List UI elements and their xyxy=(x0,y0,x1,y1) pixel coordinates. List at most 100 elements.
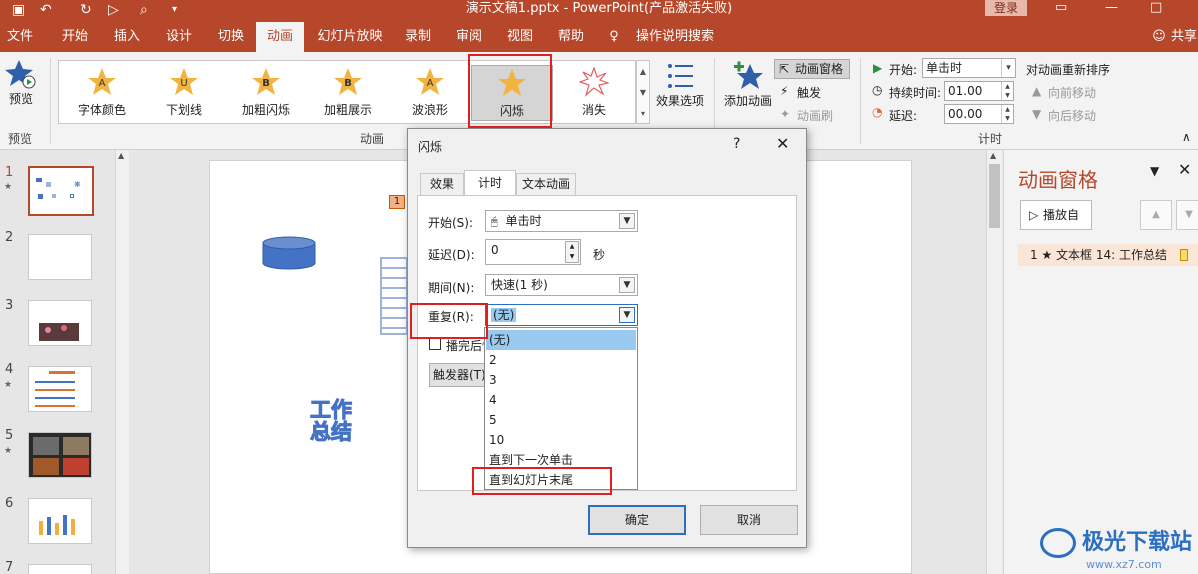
maximize-icon[interactable]: □ xyxy=(1150,0,1162,16)
tab-timing[interactable]: 计时 xyxy=(464,170,516,196)
tab-transitions[interactable]: 切换 xyxy=(208,22,254,52)
anim-disappear[interactable]: 消失 xyxy=(553,65,635,121)
chevron-down-icon: ▼ xyxy=(619,213,635,229)
move-later-button[interactable]: 向后移动 xyxy=(1048,107,1096,124)
collapse-ribbon-icon[interactable]: ∧ xyxy=(1182,130,1191,144)
scroll-up-icon[interactable]: ▲ xyxy=(990,151,996,160)
slide-thumbnail-6[interactable] xyxy=(28,498,92,544)
anim-bold-flash[interactable]: B 加粗闪烁 xyxy=(225,65,307,121)
slide-number: 4 xyxy=(5,362,14,377)
highlight-box xyxy=(410,303,488,339)
rewind-checkbox[interactable] xyxy=(429,338,441,350)
table-shape[interactable] xyxy=(380,257,408,335)
anim-font-color[interactable]: A 字体颜色 xyxy=(61,65,143,121)
login-button[interactable]: 登录 xyxy=(985,0,1027,16)
repeat-option[interactable]: 10 xyxy=(486,430,636,450)
play-icon: ▷ xyxy=(1029,208,1039,222)
move-down-button[interactable]: ▼ xyxy=(1176,200,1198,230)
star-icon: A xyxy=(416,68,444,95)
slide-thumbnail-3[interactable] xyxy=(28,300,92,346)
tab-effect[interactable]: 效果 xyxy=(420,173,464,195)
minimize-icon[interactable]: — xyxy=(1105,0,1118,16)
close-icon[interactable]: ✕ xyxy=(776,134,789,153)
slide-scrollbar[interactable]: ▲ xyxy=(986,150,1002,574)
group-label-animation: 动画 xyxy=(360,132,385,146)
spinner-icon[interactable]: ▲ ▼ xyxy=(565,241,579,263)
trigger-button[interactable]: 触发器(T) xyxy=(429,363,485,387)
scroll-up-icon[interactable]: ▲ xyxy=(118,151,124,160)
anim-label: 下划线 xyxy=(165,103,202,117)
duration-input[interactable]: 01.00 ▲ ▼ xyxy=(944,81,1014,101)
tab-design[interactable]: 设计 xyxy=(156,22,202,52)
spinner-icon[interactable]: ▲ ▼ xyxy=(1001,105,1013,123)
play-from-button[interactable]: ▷ 播放自 xyxy=(1020,200,1092,230)
tab-insert[interactable]: 插入 xyxy=(104,22,150,52)
tab-animations[interactable]: 动画 xyxy=(256,22,304,52)
tab-slideshow[interactable]: 幻灯片放映 xyxy=(310,22,390,52)
cylinder-shape[interactable] xyxy=(261,235,317,271)
anim-label: 波浪形 xyxy=(411,103,448,117)
watermark: 极光下载站 www.xz7.com xyxy=(1040,524,1192,571)
scroll-thumb[interactable] xyxy=(989,164,1000,228)
slide-thumbnail-4[interactable] xyxy=(28,366,92,412)
trigger-button[interactable]: 触发 xyxy=(797,84,821,101)
slide-thumbnail-7[interactable] xyxy=(28,564,92,574)
ok-button[interactable]: 确定 xyxy=(588,505,686,535)
thumbnail-scrollbar[interactable]: ▲ xyxy=(115,150,129,574)
move-earlier-button[interactable]: 向前移动 xyxy=(1048,84,1096,101)
close-icon[interactable]: ✕ xyxy=(1178,160,1191,179)
tab-help[interactable]: 帮助 xyxy=(548,22,594,52)
tab-view[interactable]: 视图 xyxy=(498,22,542,52)
slide-thumbnail-2[interactable] xyxy=(28,234,92,280)
repeat-option[interactable]: 4 xyxy=(486,390,636,410)
wordart-text[interactable]: 工作总结 xyxy=(310,399,356,444)
preview-button[interactable]: 预览 xyxy=(4,58,38,118)
anim-underline[interactable]: U 下划线 xyxy=(143,65,225,121)
tell-me-search[interactable]: 操作说明搜索 xyxy=(630,22,720,52)
repeat-select[interactable]: (无) ▼ xyxy=(485,304,638,326)
star-icon: A xyxy=(88,68,116,95)
effect-options-button[interactable]: 效果选项 xyxy=(654,60,706,126)
tab-record[interactable]: 录制 xyxy=(396,22,440,52)
cancel-button[interactable]: 取消 xyxy=(700,505,798,535)
painter-icon: ✦ xyxy=(780,107,791,121)
tab-text-animation[interactable]: 文本动画 xyxy=(516,173,576,195)
delay-input[interactable]: 0 ▲ ▼ xyxy=(485,239,581,265)
share-icon[interactable]: ☺ xyxy=(1152,22,1166,52)
anim-bold-reveal[interactable]: B 加粗展示 xyxy=(307,65,389,121)
tab-file[interactable]: 文件 xyxy=(0,22,40,52)
start-select[interactable]: 🖱 单击时 ▼ xyxy=(485,210,638,232)
start-select[interactable]: 单击时 ▾ xyxy=(922,58,1016,78)
help-icon[interactable]: ? xyxy=(733,136,740,152)
add-animation-button[interactable]: 添加动画 xyxy=(722,60,774,126)
star-icon: B xyxy=(252,68,280,95)
chevron-down-icon: ▼ xyxy=(619,277,635,293)
scroll-down-icon[interactable]: ▼ xyxy=(637,82,649,103)
tab-review[interactable]: 审阅 xyxy=(446,22,492,52)
spinner-icon[interactable]: ▲ ▼ xyxy=(1001,82,1013,100)
gallery-scroll[interactable]: ▲ ▼ ▾ xyxy=(636,60,650,124)
animation-pane-button[interactable]: ⇱ 动画窗格 xyxy=(774,59,850,79)
pane-options-icon[interactable]: ▼ xyxy=(1150,164,1159,178)
animation-painter-button[interactable]: 动画刷 xyxy=(797,107,833,124)
duration-select[interactable]: 快速(1 秒) ▼ xyxy=(485,274,638,296)
repeat-option[interactable]: 3 xyxy=(486,370,636,390)
delay-input[interactable]: 00.00 ▲ ▼ xyxy=(944,104,1014,124)
thumb-chart-bar xyxy=(47,517,51,535)
effect-options-label: 效果选项 xyxy=(655,94,704,108)
repeat-option[interactable]: 5 xyxy=(486,410,636,430)
more-icon[interactable]: ▾ xyxy=(637,103,649,124)
slide-thumbnail-1[interactable]: ❋ xyxy=(28,166,94,216)
repeat-option[interactable]: 2 xyxy=(486,350,636,370)
scroll-up-icon[interactable]: ▲ xyxy=(637,61,649,82)
slide-thumbnail-5[interactable] xyxy=(28,432,92,478)
repeat-option[interactable]: (无) xyxy=(486,330,636,350)
slide-number: 7 xyxy=(5,560,14,574)
thumb-shape xyxy=(52,194,56,198)
share-button[interactable]: 共享 xyxy=(1170,22,1198,52)
anim-wave[interactable]: A 波浪形 xyxy=(389,65,471,121)
animation-list-item[interactable]: 1 ★ 文本框 14: 工作总结 xyxy=(1018,244,1198,266)
move-up-button[interactable]: ▲ xyxy=(1140,200,1172,230)
tab-home[interactable]: 开始 xyxy=(52,22,98,52)
ribbon-display-icon[interactable]: ▭ xyxy=(1055,0,1067,16)
